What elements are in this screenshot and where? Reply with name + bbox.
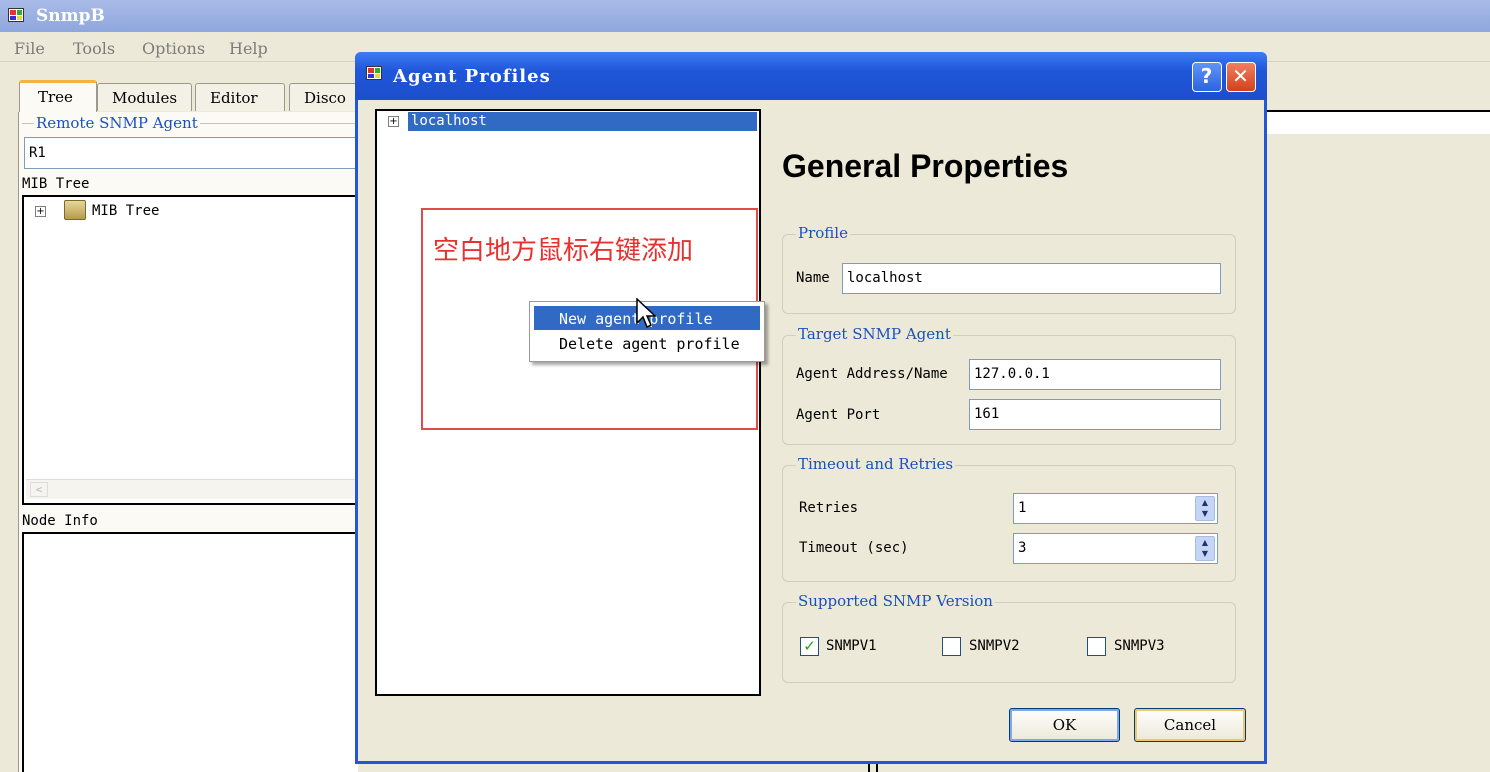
agent-address-field[interactable]: 127.0.0.1 xyxy=(969,359,1221,390)
tab-modules-label: Modules xyxy=(112,89,178,107)
close-icon[interactable]: ✕ xyxy=(1226,62,1256,92)
scroll-left-icon[interactable]: < xyxy=(30,482,48,497)
ok-button[interactable]: OK xyxy=(1009,708,1120,742)
node-info-label: Node Info xyxy=(22,513,98,529)
snmpv1-checkbox[interactable]: ✓ xyxy=(800,637,819,656)
name-label: Name xyxy=(796,270,830,286)
profile-tree-item[interactable]: localhost xyxy=(408,112,757,131)
timeout-legend: Timeout and Retries xyxy=(796,455,956,473)
tab-editor[interactable]: Editor xyxy=(195,83,285,111)
snmpv3-checkbox[interactable] xyxy=(1087,637,1106,656)
name-value: localhost xyxy=(847,270,923,286)
node-info-view[interactable] xyxy=(22,532,358,772)
mib-tree-label: MIB Tree xyxy=(22,176,90,192)
app-title: SnmpB xyxy=(36,6,105,26)
menu-tools[interactable]: Tools xyxy=(73,39,115,58)
profile-tree-item-label: localhost xyxy=(411,113,487,129)
agent-port-value: 161 xyxy=(974,406,1000,422)
tab-tree-label: Tree xyxy=(38,88,73,106)
right-tab-strip xyxy=(1265,110,1490,134)
tab-discovery[interactable]: Disco xyxy=(289,83,359,111)
tab-editor-label: Editor xyxy=(210,89,258,107)
mib-tree-view[interactable]: + MIB Tree < xyxy=(22,195,358,505)
snmpv2-label: SNMPV2 xyxy=(969,638,1020,654)
cancel-label: Cancel xyxy=(1163,716,1217,734)
retries-label: Retries xyxy=(799,500,859,516)
dialog-heading: General Properties xyxy=(782,148,1069,184)
mouse-cursor-icon xyxy=(636,298,656,329)
horizontal-scrollbar[interactable]: < xyxy=(26,479,358,499)
tab-tree[interactable]: Tree xyxy=(19,80,97,113)
timeout-value: 3 xyxy=(1018,540,1027,556)
app-title-bar: SnmpB xyxy=(0,0,1490,32)
folder-icon xyxy=(64,200,86,220)
profile-legend: Profile xyxy=(796,224,850,242)
agent-port-field[interactable]: 161 xyxy=(969,399,1221,430)
target-agent-legend: Target SNMP Agent xyxy=(796,325,953,343)
cancel-button[interactable]: Cancel xyxy=(1134,708,1246,742)
tab-modules[interactable]: Modules xyxy=(97,83,192,111)
snmpv2-checkbox[interactable] xyxy=(942,637,961,656)
retries-stepper[interactable]: 1 ▲ ▼ xyxy=(1013,493,1218,524)
dialog-title-bar[interactable]: Agent Profiles ? ✕ xyxy=(355,52,1267,100)
version-legend: Supported SNMP Version xyxy=(796,592,995,610)
timeout-stepper[interactable]: 3 ▲ ▼ xyxy=(1013,533,1218,564)
mib-tree-root[interactable]: MIB Tree xyxy=(92,203,159,219)
timeout-label: Timeout (sec) xyxy=(799,540,909,556)
agent-address-value: 127.0.0.1 xyxy=(974,366,1050,382)
agent-port-label: Agent Port xyxy=(796,407,881,423)
name-field[interactable]: localhost xyxy=(842,263,1221,294)
spin-arrows-icon[interactable]: ▲ ▼ xyxy=(1195,536,1215,561)
menu-help[interactable]: Help xyxy=(229,39,268,58)
remote-agent-legend: Remote SNMP Agent xyxy=(34,114,200,132)
snmpv1-label: SNMPV1 xyxy=(826,638,877,654)
delete-agent-profile-label: Delete agent profile xyxy=(559,335,740,353)
remote-agent-combo[interactable]: R1 xyxy=(24,137,358,169)
app-icon xyxy=(8,8,24,22)
expand-icon[interactable]: + xyxy=(388,116,399,127)
delete-agent-profile-item[interactable]: Delete agent profile xyxy=(534,331,760,355)
snmpv3-label: SNMPV3 xyxy=(1114,638,1165,654)
tab-discovery-label: Disco xyxy=(304,89,346,107)
dialog-title: Agent Profiles xyxy=(393,66,551,87)
agent-address-label: Agent Address/Name xyxy=(796,366,948,382)
expand-icon[interactable]: + xyxy=(35,206,46,217)
ok-label: OK xyxy=(1052,716,1077,734)
help-icon[interactable]: ? xyxy=(1192,62,1222,92)
annotation-text: 空白地方鼠标右键添加 xyxy=(433,236,694,266)
menu-file[interactable]: File xyxy=(14,39,45,58)
retries-value: 1 xyxy=(1018,500,1027,516)
dialog-icon xyxy=(366,66,382,80)
spin-arrows-icon[interactable]: ▲ ▼ xyxy=(1195,496,1215,521)
remote-agent-value: R1 xyxy=(29,145,46,161)
menu-options[interactable]: Options xyxy=(142,39,205,58)
